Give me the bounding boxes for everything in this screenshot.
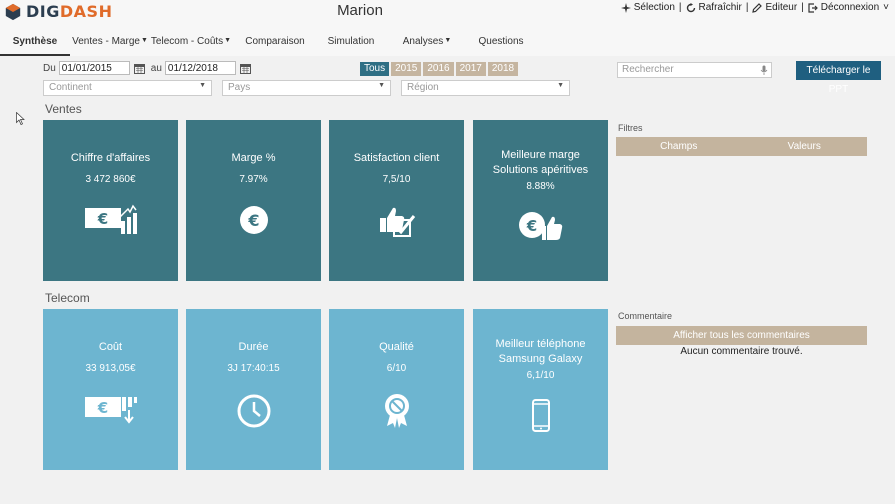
svg-text:€: €	[96, 399, 107, 417]
kpi-card-cout[interactable]: Coût 33 913,05€ €	[43, 309, 178, 470]
from-label: Du	[43, 62, 56, 74]
calendar-icon[interactable]	[133, 63, 145, 74]
svg-text:€: €	[96, 210, 107, 228]
tab-simulation[interactable]: Simulation	[318, 30, 384, 54]
refresh-button[interactable]: Rafraîchir	[686, 2, 742, 13]
chevron-down-icon: ▼	[378, 82, 385, 89]
year-2017-button[interactable]: 2017	[455, 62, 486, 76]
year-filter: Tous 2015 2016 2017 2018	[360, 62, 519, 76]
kpi-card-marge[interactable]: Marge % 7.97% €	[186, 120, 321, 281]
tab-ventes-marge[interactable]: Ventes - Marge▼	[70, 30, 150, 54]
logout-button[interactable]: Déconnexion	[808, 2, 879, 13]
year-2016-button[interactable]: 2016	[423, 62, 454, 76]
smartphone-icon	[531, 399, 550, 432]
page-title: Marion	[337, 2, 383, 19]
calendar-icon[interactable]	[239, 63, 251, 74]
selection-icon	[620, 2, 631, 13]
search-placeholder: Rechercher	[622, 64, 674, 75]
tab-telecom-couts[interactable]: Telecom - Coûts▼	[150, 30, 232, 54]
dropdown-caret-icon: ▼	[224, 37, 232, 44]
svg-text:€: €	[525, 217, 536, 235]
year-2015-button[interactable]: 2015	[391, 62, 422, 76]
region-select[interactable]: Région ▼	[401, 80, 570, 96]
year-all-button[interactable]: Tous	[360, 62, 390, 76]
euro-down-icon: €	[84, 397, 137, 424]
telecom-section-title: Telecom	[45, 291, 90, 305]
ventes-section-title: Ventes	[45, 102, 82, 116]
to-label: au	[150, 62, 162, 74]
filters-table-header: Champs Valeurs	[616, 137, 867, 156]
to-date-input[interactable]	[164, 61, 236, 75]
euro-thumbs-up-icon: €	[518, 212, 562, 240]
kpi-card-meilleur-telephone[interactable]: Meilleur téléphone Samsung Galaxy 6,1/10	[473, 309, 608, 470]
svg-text:€: €	[247, 211, 259, 230]
download-ppt-button[interactable]: Télécharger le PPT	[796, 61, 881, 95]
main-tabs: Synthèse Ventes - Marge▼ Telecom - Coûts…	[0, 30, 532, 56]
tab-analyses[interactable]: Analyses▼	[384, 30, 470, 54]
more-caret[interactable]: ˅	[883, 2, 889, 13]
top-actions: Sélection | Rafraîchir | Editeur | Décon…	[620, 2, 889, 13]
top-bar: DIGDASH Marion Sélection | Rafraîchir | …	[0, 0, 895, 56]
euro-chart-icon: €	[84, 204, 137, 234]
continent-select[interactable]: Continent ▼	[43, 80, 212, 96]
filters-label: Filtres	[618, 123, 643, 133]
selection-button[interactable]: Sélection	[620, 2, 675, 13]
tab-synthese[interactable]: Synthèse	[0, 30, 70, 56]
search-input[interactable]: Rechercher	[617, 62, 772, 78]
mouse-cursor-icon	[16, 112, 25, 125]
refresh-icon	[686, 2, 695, 12]
show-all-comments-button[interactable]: Afficher tous les commentaires	[616, 326, 867, 345]
kpi-card-meilleure-marge[interactable]: Meilleure marge Solutions apéritives 8.88…	[473, 120, 608, 281]
chevron-down-icon: ▼	[557, 82, 564, 89]
microphone-icon[interactable]	[760, 65, 768, 75]
kpi-card-chiffre-affaires[interactable]: Chiffre d'affaires 3 472 860€ €	[43, 120, 178, 281]
year-2018-button[interactable]: 2018	[487, 62, 519, 76]
column-fields[interactable]: Champs	[616, 137, 742, 156]
clock-icon	[237, 394, 270, 428]
quality-badge-icon	[384, 394, 409, 428]
chevron-down-icon: ▼	[199, 82, 206, 89]
kpi-card-satisfaction[interactable]: Satisfaction client 7,5/10	[329, 120, 464, 281]
date-range: Du au	[43, 61, 257, 75]
from-date-input[interactable]	[58, 61, 130, 75]
logout-icon	[808, 2, 818, 13]
dropdown-caret-icon: ▼	[444, 37, 452, 44]
column-values[interactable]: Valeurs	[742, 137, 868, 156]
comment-label: Commentaire	[618, 311, 673, 321]
pencil-icon	[752, 2, 763, 13]
tab-questions[interactable]: Questions	[470, 30, 532, 54]
thumbs-up-check-icon	[379, 207, 415, 237]
editor-button[interactable]: Editeur	[752, 2, 797, 13]
euro-coin-icon: €	[239, 206, 268, 234]
kpi-card-duree[interactable]: Durée 3J 17:40:15	[186, 309, 321, 470]
dropdown-caret-icon: ▼	[140, 37, 148, 44]
no-comment-message: Aucun commentaire trouvé.	[680, 346, 803, 357]
tab-comparaison[interactable]: Comparaison	[232, 30, 318, 54]
kpi-card-qualite[interactable]: Qualité 6/10	[329, 309, 464, 470]
country-select[interactable]: Pays ▼	[222, 80, 391, 96]
